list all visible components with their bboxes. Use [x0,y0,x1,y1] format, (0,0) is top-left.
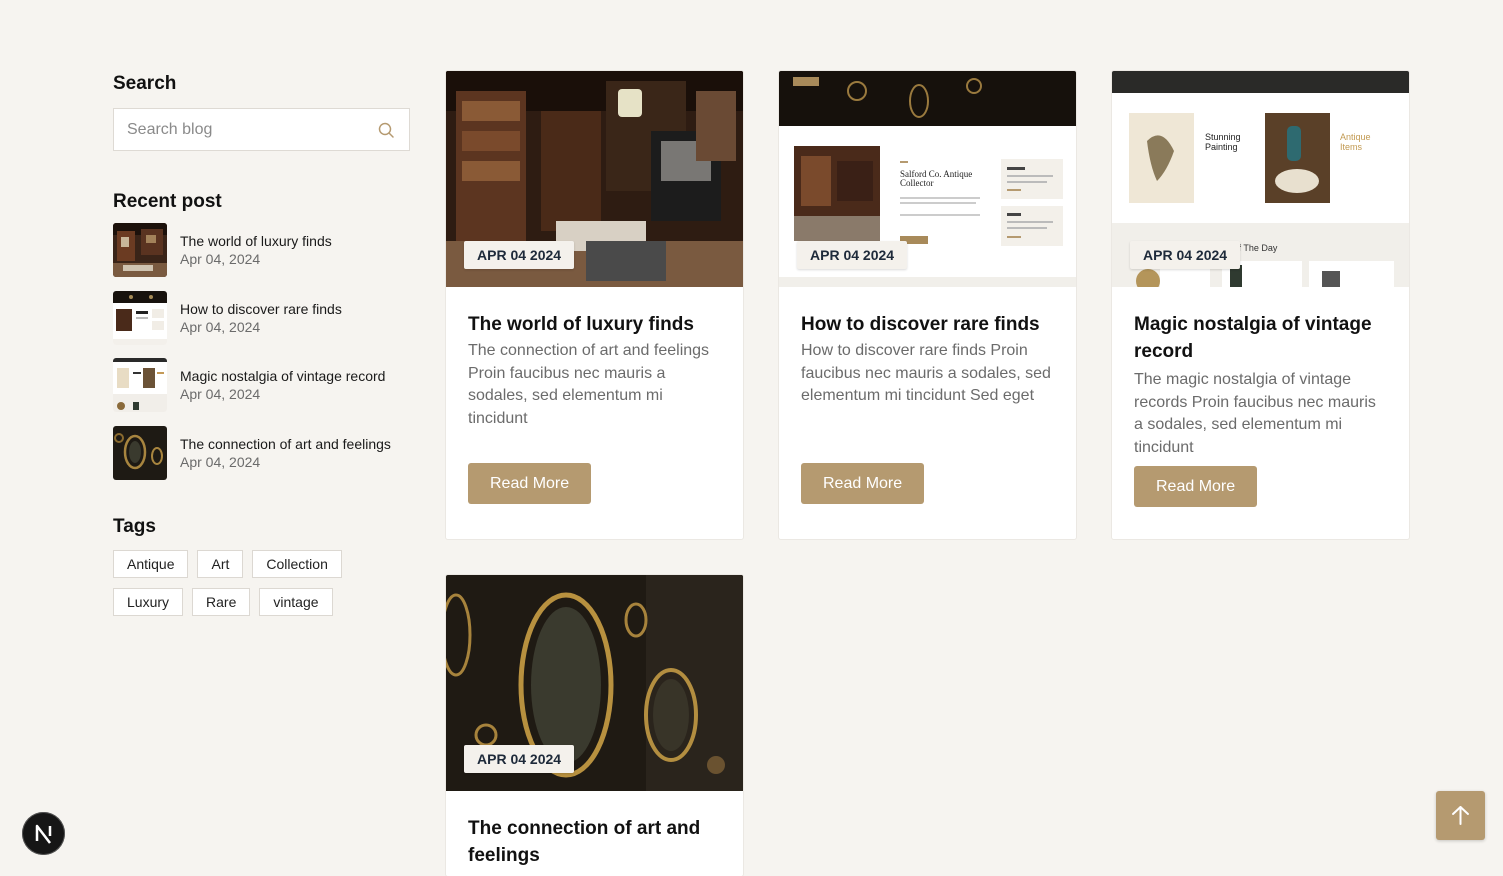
recent-post-title[interactable]: The connection of art and feelings [180,435,391,453]
recent-post-title[interactable]: How to discover rare finds [180,300,342,318]
blog-card-excerpt: How to discover rare finds Proin faucibu… [801,342,1051,405]
recent-post-date: Apr 04, 2024 [180,318,261,335]
blog-card-image[interactable]: Salford Co. Antique Collector APR 04 202… [779,71,1076,287]
date-badge: APR 04 2024 [1130,241,1241,269]
tag-collection[interactable]: Collection [252,549,342,578]
read-more-button[interactable]: Read More [468,463,592,504]
blog-card: APR 04 2024 The world of luxury finds Th… [446,71,743,539]
search-title: Search [113,73,177,94]
date-badge: APR 04 2024 [464,241,575,269]
date-badge: APR 04 2024 [464,745,575,773]
recent-post-date: Apr 04, 2024 [180,251,261,267]
blog-card-image[interactable]: Stunning Painting Antique Items Deals of… [1112,71,1409,287]
recent-post-item[interactable]: Magic nostalgia of vintage record Apr 04… [113,358,410,412]
date-badge: APR 04 2024 [797,241,908,269]
recent-post-title[interactable]: Magic nostalgia of vintage record [180,367,385,385]
tag-luxury[interactable]: Luxury [113,587,184,616]
sidebar: Search Recent post [113,72,410,626]
recent-post-date: Apr 04, 2024 [180,386,261,402]
arrow-up-icon [1452,806,1469,825]
thumb-antique-text: Antique Items [1340,132,1371,152]
tag-art[interactable]: Art [197,549,244,578]
search-input[interactable] [114,109,367,150]
tag-rare[interactable]: Rare [192,587,251,616]
recent-post-date: Apr 04, 2024 [180,453,261,470]
tag-list: Antique Art Collection Luxury Rare vinta… [113,549,410,626]
search-icon[interactable] [377,121,395,139]
back-to-top-button[interactable] [1436,791,1485,840]
n-logo-icon[interactable] [22,812,65,855]
tag-antique[interactable]: Antique [113,549,189,578]
recent-post-thumbnail [113,290,167,345]
blog-card: Salford Co. Antique Collector APR 04 202… [779,71,1076,539]
recent-post-thumbnail [113,223,167,277]
recent-post-thumbnail [113,425,167,480]
recent-post-title[interactable]: The world of luxury finds [180,232,332,250]
thumb-painting-text: Stunning Painting [1205,132,1241,152]
blog-card-title[interactable]: The world of luxury finds [468,311,721,338]
recent-post-list: The world of luxury finds Apr 04, 2024 H… [113,223,410,480]
blog-card-image[interactable]: APR 04 2024 [446,71,743,287]
recent-post-item[interactable]: The world of luxury finds Apr 04, 2024 [113,223,410,277]
blog-card: Stunning Painting Antique Items Deals of… [1112,71,1409,539]
tags-title: Tags [113,515,156,537]
blog-card-title[interactable]: How to discover rare finds [801,311,1054,338]
search-box[interactable] [113,108,410,151]
blog-card-image[interactable]: APR 04 2024 [446,575,743,791]
read-more-button[interactable]: Read More [1134,466,1258,507]
blog-card-excerpt: The connection of art and feelings Proin… [468,342,710,427]
read-more-button[interactable]: Read More [801,463,925,504]
blog-card-excerpt: The magic nostalgia of vintage records P… [1134,371,1376,456]
recent-post-thumbnail [113,358,167,412]
recent-post-item[interactable]: How to discover rare finds Apr 04, 2024 [113,290,410,345]
recent-post-title: Recent post [113,191,222,212]
blog-card-title[interactable]: The connection of art and feelings [468,815,721,869]
tag-vintage[interactable]: vintage [259,587,333,616]
blog-card-title[interactable]: Magic nostalgia of vintage record [1134,311,1387,365]
blog-card: APR 04 2024 The connection of art and fe… [446,575,743,876]
recent-post-item[interactable]: The connection of art and feelings Apr 0… [113,425,410,480]
